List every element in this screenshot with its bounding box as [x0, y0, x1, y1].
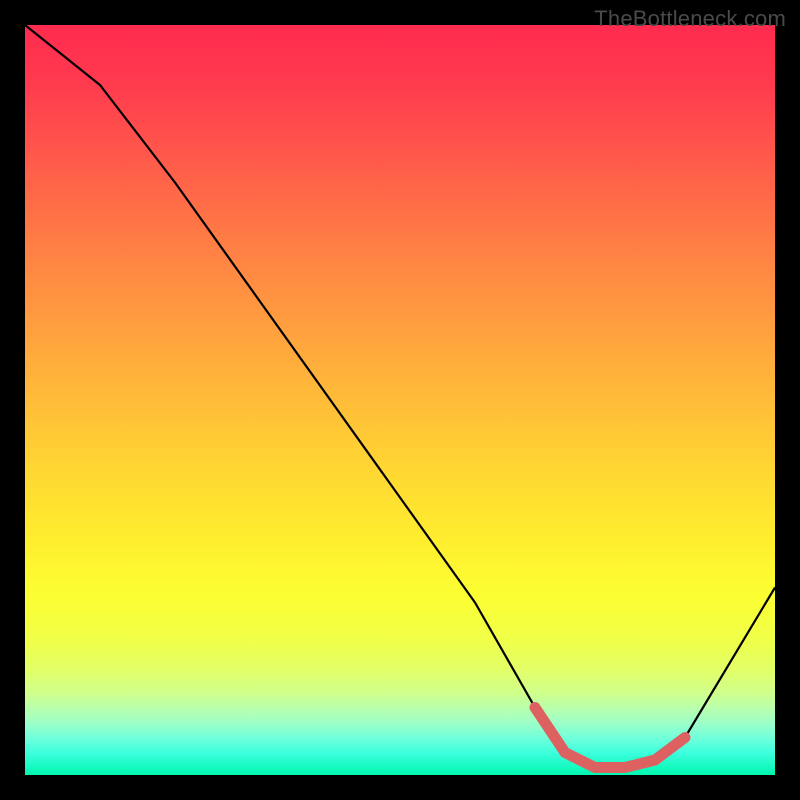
highlight-segment	[535, 708, 685, 768]
watermark-text: TheBottleneck.com	[594, 6, 786, 32]
curve-line	[25, 25, 775, 768]
chart-svg	[25, 25, 775, 775]
